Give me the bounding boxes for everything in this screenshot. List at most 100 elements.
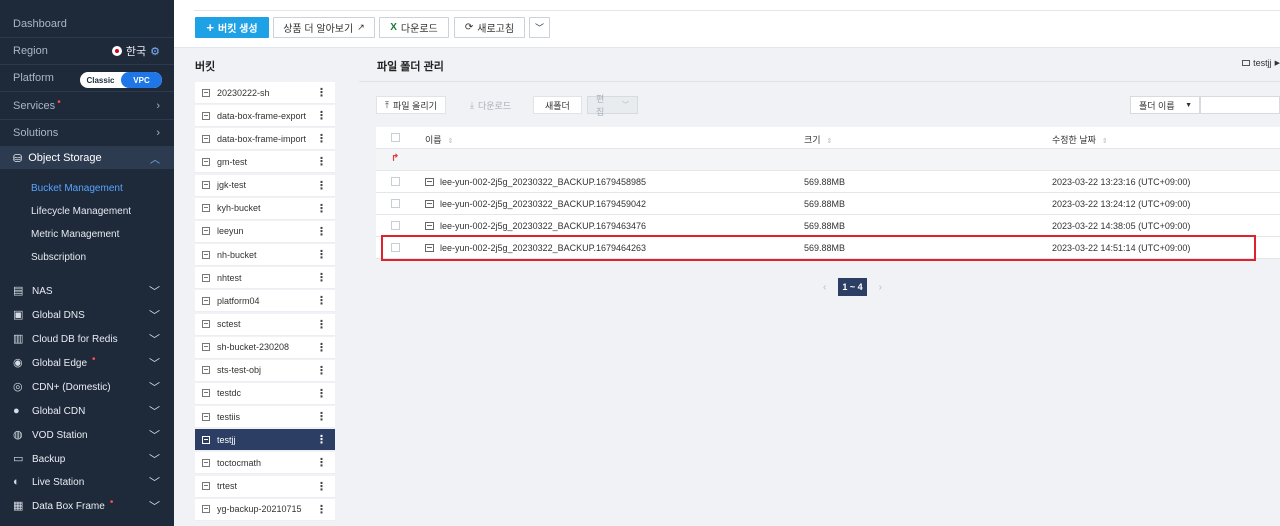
kebab-menu-icon[interactable]: ⋮ [316, 225, 327, 238]
bucket-item[interactable]: testjj ⋮ [195, 429, 335, 452]
row-checkbox[interactable] [391, 199, 400, 208]
column-size-header[interactable]: 크기 ⇕ [804, 133, 832, 146]
nas-icon: ▤ [13, 285, 24, 297]
filter-input[interactable] [1200, 96, 1280, 114]
region-row[interactable]: Region 한국 ⚙ [0, 38, 174, 65]
sort-select[interactable]: 폴더 이름 ▼ [1130, 96, 1200, 114]
row-checkbox[interactable] [391, 243, 400, 252]
bucket-item[interactable]: nh-bucket ⋮ [195, 244, 335, 267]
bucket-item[interactable]: platform04 ⋮ [195, 290, 335, 313]
sidebar-item-live-station[interactable]: ◐ Live Station ﹀ [0, 471, 174, 493]
row-checkbox[interactable] [391, 177, 400, 186]
sidebar-item-bucket-management[interactable]: Bucket Management [31, 183, 123, 194]
table-row[interactable]: lee-yun-002-2j5g_20230322_BACKUP.1679458… [376, 171, 1280, 193]
file-name[interactable]: lee-yun-002-2j5g_20230322_BACKUP.1679458… [440, 177, 646, 187]
refresh-button[interactable]: ⟳ 새로고침 [454, 17, 525, 38]
download-button[interactable]: ⤓ 다운로드 [462, 96, 519, 114]
kebab-menu-icon[interactable]: ⋮ [316, 410, 327, 423]
sidebar-item-global-edge[interactable]: ◉ Global Edge • ﹀ [0, 352, 174, 374]
kebab-menu-icon[interactable]: ⋮ [316, 294, 327, 307]
bucket-item[interactable]: sctest ⋮ [195, 313, 335, 336]
bucket-item[interactable]: toctocmath ⋮ [195, 452, 335, 475]
region-selector[interactable]: 한국 ⚙ [111, 43, 160, 59]
sidebar-item-backup[interactable]: ▭ Backup ﹀ [0, 448, 174, 470]
kebab-menu-icon[interactable]: ⋮ [316, 387, 327, 400]
table-row[interactable]: lee-yun-002-2j5g_20230322_BACKUP.1679459… [376, 193, 1280, 215]
current-page[interactable]: 1 ~ 4 [838, 278, 867, 296]
download-excel-button[interactable]: X 다운로드 [379, 17, 449, 38]
file-name[interactable]: lee-yun-002-2j5g_20230322_BACKUP.1679463… [440, 221, 646, 231]
kebab-menu-icon[interactable]: ⋮ [316, 109, 327, 122]
bucket-item[interactable]: sh-bucket-230208 ⋮ [195, 336, 335, 359]
bucket-item[interactable]: testiis ⋮ [195, 406, 335, 429]
bucket-item[interactable]: yg-backup-20210715 ⋮ [195, 498, 335, 521]
file-name[interactable]: lee-yun-002-2j5g_20230322_BACKUP.1679464… [440, 243, 646, 253]
kebab-menu-icon[interactable]: ⋮ [316, 271, 327, 284]
bucket-icon [202, 412, 210, 421]
bucket-item[interactable]: sts-test-obj ⋮ [195, 359, 335, 382]
breadcrumb[interactable]: testjj ▶ [1242, 58, 1280, 68]
prev-page-icon[interactable]: ‹ [823, 282, 826, 293]
more-dropdown-button[interactable]: ﹀ [529, 17, 550, 38]
new-folder-button[interactable]: 새폴더 [533, 96, 582, 114]
bucket-name: testjj [217, 434, 236, 445]
parent-folder-arrow-icon[interactable]: ↱ [391, 153, 399, 164]
next-page-icon[interactable]: › [879, 282, 882, 293]
bucket-item[interactable]: kyh-bucket ⋮ [195, 197, 335, 220]
learn-more-button[interactable]: 상품 더 알아보기 ↗ [273, 17, 375, 38]
kebab-menu-icon[interactable]: ⋮ [316, 341, 327, 354]
sidebar-item-vod-station[interactable]: ◍ VOD Station ﹀ [0, 424, 174, 446]
platform-classic-option[interactable]: Classic [80, 72, 121, 88]
kebab-menu-icon[interactable]: ⋮ [316, 248, 327, 261]
sidebar-item-cdn-domestic[interactable]: ◎ CDN+ (Domestic) ﹀ [0, 376, 174, 398]
sidebar-services[interactable]: Services • › [0, 93, 174, 120]
parent-folder-row[interactable]: ↱ [376, 149, 1280, 171]
kebab-menu-icon[interactable]: ⋮ [316, 503, 327, 516]
bucket-item[interactable]: trtest ⋮ [195, 475, 335, 498]
create-bucket-button[interactable]: + 버킷 생성 [195, 17, 269, 38]
kebab-menu-icon[interactable]: ⋮ [316, 456, 327, 469]
kebab-menu-icon[interactable]: ⋮ [316, 480, 327, 493]
sidebar-item-lifecycle-management[interactable]: Lifecycle Management [31, 206, 131, 217]
sidebar-item-cloud-db-redis[interactable]: ▥ Cloud DB for Redis ﹀ [0, 328, 174, 350]
sidebar-solutions[interactable]: Solutions › [0, 120, 174, 147]
sidebar-item-nas[interactable]: ▤ NAS ﹀ [0, 280, 174, 302]
sidebar-object-storage[interactable]: ⛁ Object Storage ︿ [0, 147, 174, 169]
platform-vpc-option[interactable]: VPC [121, 72, 162, 88]
upload-file-button[interactable]: ⤒ 파일 올리기 [376, 96, 446, 114]
kebab-menu-icon[interactable]: ⋮ [316, 155, 327, 168]
sidebar-item-global-cdn[interactable]: ● Global CDN ﹀ [0, 400, 174, 422]
sidebar-dashboard[interactable]: Dashboard [0, 11, 174, 38]
bucket-item[interactable]: 20230222-sh ⋮ [195, 82, 335, 104]
kebab-menu-icon[interactable]: ⋮ [316, 132, 327, 145]
platform-toggle[interactable]: Classic VPC [80, 72, 162, 88]
kebab-menu-icon[interactable]: ⋮ [316, 318, 327, 331]
bucket-item[interactable]: jgk-test ⋮ [195, 174, 335, 197]
kebab-menu-icon[interactable]: ⋮ [316, 433, 327, 446]
table-row[interactable]: lee-yun-002-2j5g_20230322_BACKUP.1679464… [376, 237, 1280, 259]
row-checkbox[interactable] [391, 221, 400, 230]
bucket-item[interactable]: gm-test ⋮ [195, 151, 335, 174]
sidebar-item-global-dns[interactable]: ▣ Global DNS ﹀ [0, 304, 174, 326]
kebab-menu-icon[interactable]: ⋮ [316, 86, 327, 99]
bucket-item[interactable]: testdc ⋮ [195, 382, 335, 405]
bucket-item[interactable]: nhtest ⋮ [195, 267, 335, 290]
bucket-item[interactable]: data-box-frame-export ⋮ [195, 105, 335, 128]
bucket-item[interactable]: leeyun ⋮ [195, 220, 335, 243]
column-size-label: 크기 [804, 135, 821, 145]
kebab-menu-icon[interactable]: ⋮ [316, 179, 327, 192]
edit-dropdown-button[interactable]: 편집 ﹀ [587, 94, 638, 117]
sidebar-item-data-box-frame[interactable]: ▦ Data Box Frame • ﹀ [0, 495, 174, 517]
select-all-checkbox[interactable] [391, 133, 400, 142]
column-name-header[interactable]: 이름 ⇕ [425, 133, 453, 146]
kebab-menu-icon[interactable]: ⋮ [316, 364, 327, 377]
gear-icon[interactable]: ⚙ [150, 45, 160, 58]
bucket-item[interactable]: data-box-frame-import ⋮ [195, 128, 335, 151]
sidebar-item-subscription[interactable]: Subscription [31, 252, 86, 263]
file-name[interactable]: lee-yun-002-2j5g_20230322_BACKUP.1679459… [440, 199, 646, 209]
table-row[interactable]: lee-yun-002-2j5g_20230322_BACKUP.1679463… [376, 215, 1280, 237]
kebab-menu-icon[interactable]: ⋮ [316, 202, 327, 215]
column-modified-header[interactable]: 수정한 날짜 ⇕ [1052, 133, 1108, 146]
breadcrumb-current[interactable]: testjj [1253, 58, 1272, 68]
sidebar-item-metric-management[interactable]: Metric Management [31, 229, 119, 240]
